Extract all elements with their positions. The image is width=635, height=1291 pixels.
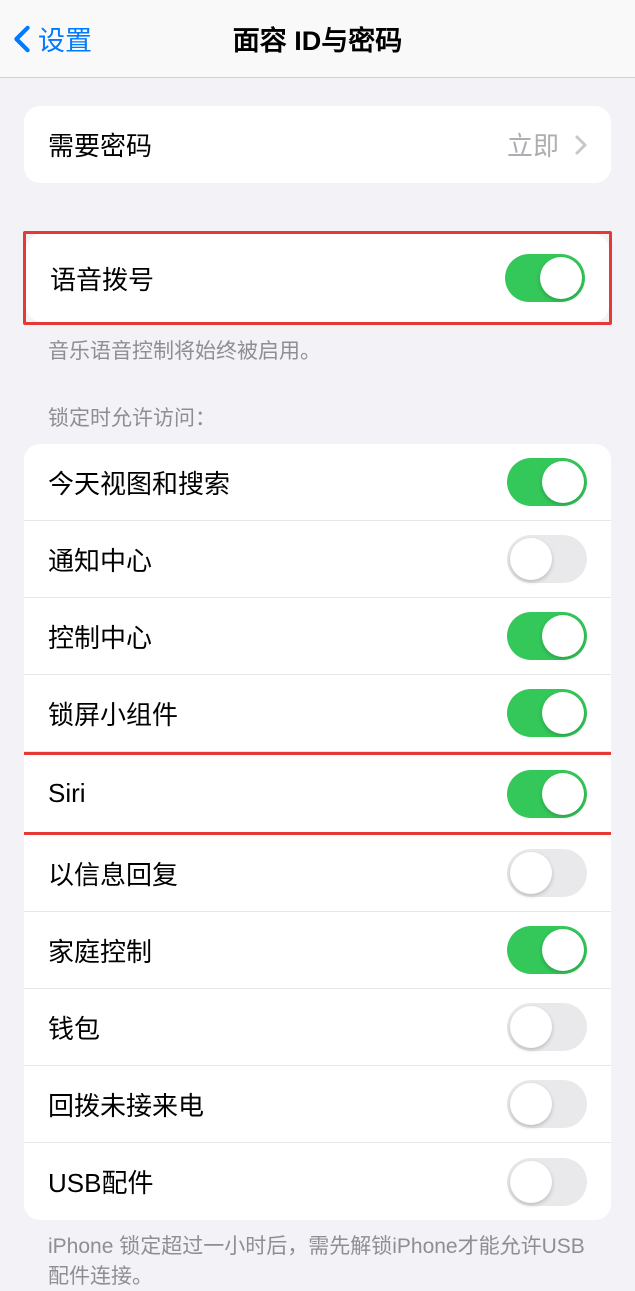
allow-row: 钱包	[24, 989, 611, 1066]
toggle-knob	[542, 461, 584, 503]
allow-row: 今天视图和搜索	[24, 444, 611, 521]
voice-dial-toggle[interactable]	[505, 254, 585, 302]
allow-row-label: 以信息回复	[48, 855, 178, 892]
toggle-knob	[542, 615, 584, 657]
passcode-group: 需要密码 立即	[24, 106, 611, 183]
allow-row-toggle[interactable]	[507, 612, 587, 660]
chevron-left-icon	[12, 25, 32, 53]
require-passcode-label: 需要密码	[48, 126, 152, 163]
allow-row-label: Siri	[48, 778, 86, 809]
voice-dial-highlight: 语音拨号	[23, 231, 612, 325]
siri-highlight: Siri	[24, 752, 611, 835]
allow-row-label: 今天视图和搜索	[48, 464, 230, 501]
voice-dial-group: 语音拨号	[26, 234, 609, 322]
allow-row-toggle[interactable]	[507, 1158, 587, 1206]
allow-row-toggle[interactable]	[507, 689, 587, 737]
toggle-knob	[542, 929, 584, 971]
voice-dial-row: 语音拨号	[26, 234, 609, 322]
toggle-knob	[542, 773, 584, 815]
allow-row: USB配件	[24, 1143, 611, 1220]
toggle-knob	[510, 1006, 552, 1048]
page-title: 面容 ID与密码	[233, 19, 403, 58]
toggle-knob	[510, 1083, 552, 1125]
allow-row-label: 锁屏小组件	[48, 695, 178, 732]
allow-row-label: 回拨未接来电	[48, 1086, 204, 1123]
allow-row-toggle[interactable]	[507, 770, 587, 818]
allow-row-label: 通知中心	[48, 541, 152, 578]
navigation-bar: 设置 面容 ID与密码	[0, 0, 635, 78]
back-button[interactable]: 设置	[12, 19, 92, 58]
allow-row: 以信息回复	[24, 835, 611, 912]
allow-access-group: 今天视图和搜索通知中心控制中心锁屏小组件 Siri 以信息回复家庭控制钱包回拨未接来…	[24, 444, 611, 1220]
allow-row-label: 钱包	[48, 1009, 100, 1046]
chevron-right-icon	[575, 135, 587, 155]
allow-row-toggle[interactable]	[507, 1080, 587, 1128]
allow-row: 控制中心	[24, 598, 611, 675]
allow-row-toggle[interactable]	[507, 926, 587, 974]
allow-row-label: USB配件	[48, 1163, 153, 1200]
require-passcode-value: 立即	[507, 126, 587, 163]
allow-row: 通知中心	[24, 521, 611, 598]
allow-row: 回拨未接来电	[24, 1066, 611, 1143]
allow-row-toggle[interactable]	[507, 849, 587, 897]
voice-dial-label: 语音拨号	[50, 260, 154, 297]
toggle-knob	[510, 538, 552, 580]
allow-row: Siri	[24, 755, 611, 832]
allow-row-toggle[interactable]	[507, 1003, 587, 1051]
toggle-knob	[510, 852, 552, 894]
toggle-knob	[510, 1161, 552, 1203]
toggle-knob	[540, 257, 582, 299]
voice-dial-footer: 音乐语音控制将始终被启用。	[24, 325, 611, 366]
allow-row-toggle[interactable]	[507, 458, 587, 506]
allow-row-label: 控制中心	[48, 618, 152, 655]
allow-row-toggle[interactable]	[507, 535, 587, 583]
allow-access-header: 锁定时允许访问：	[24, 402, 611, 444]
allow-access-footer: iPhone 锁定超过一小时后，需先解锁iPhone才能允许USB 配件连接。	[24, 1220, 611, 1291]
require-passcode-row[interactable]: 需要密码 立即	[24, 106, 611, 183]
allow-row: 家庭控制	[24, 912, 611, 989]
allow-row: 锁屏小组件	[24, 675, 611, 752]
toggle-knob	[542, 692, 584, 734]
allow-row-label: 家庭控制	[48, 932, 152, 969]
back-label: 设置	[38, 19, 92, 58]
